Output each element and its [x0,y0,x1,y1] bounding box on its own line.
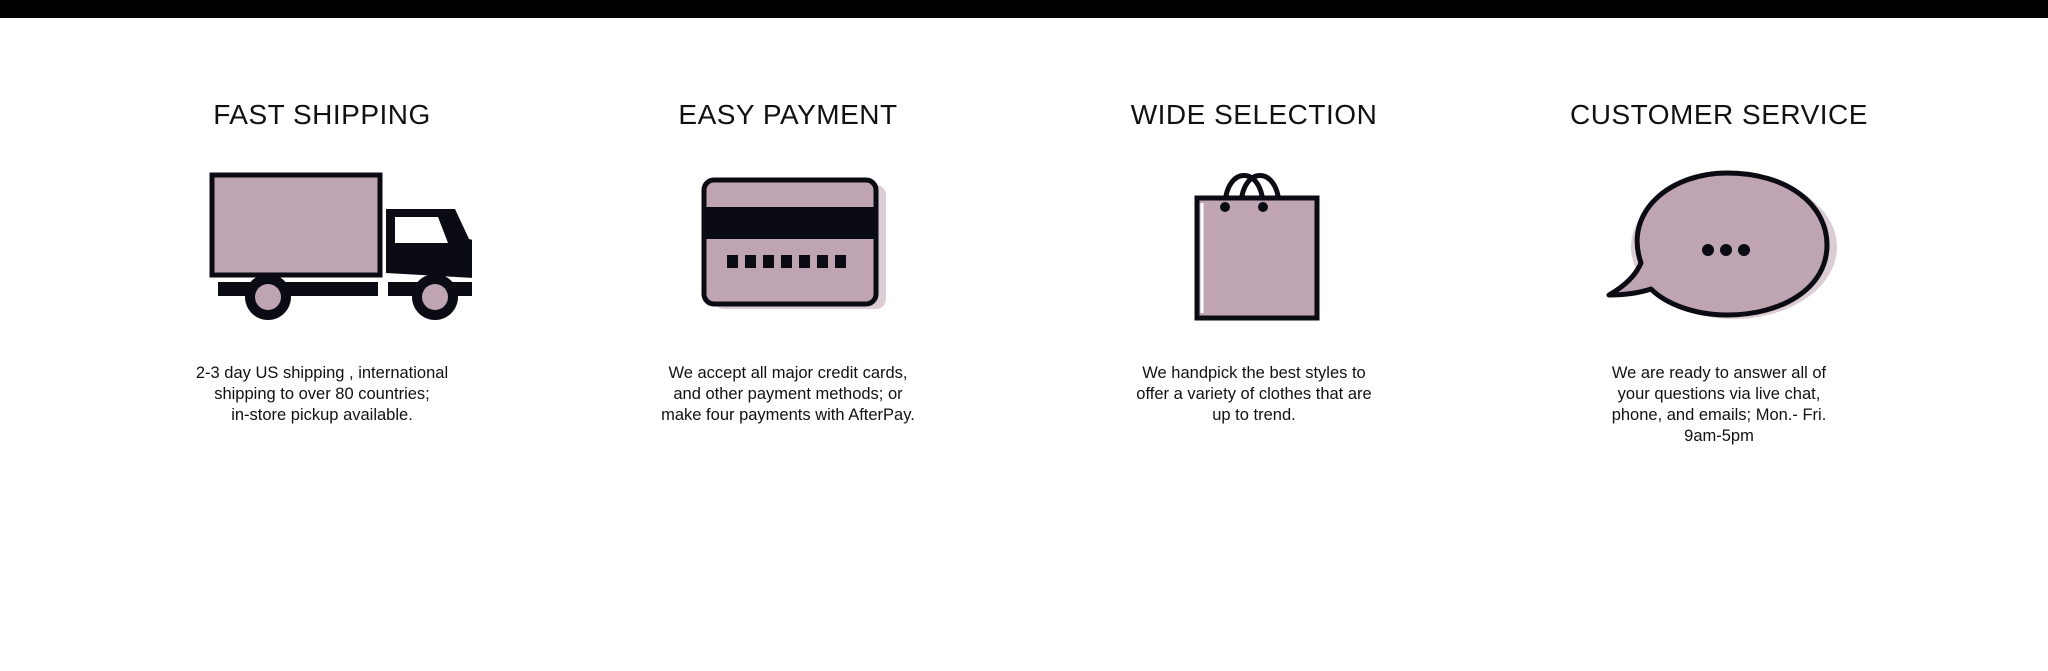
feature-description: 2-3 day US shipping , international ship… [87,363,557,426]
feature-description: We are ready to answer all of your quest… [1484,363,1954,447]
feature-title: FAST SHIPPING [213,99,431,130]
description-line: We accept all major credit cards, [668,364,908,382]
description-line: phone, and emails; Mon.- Fri. [1611,406,1827,424]
description-line: up to trend. [1212,406,1296,424]
top-bar [0,0,2048,18]
description-line: We are ready to answer all of [1611,364,1827,382]
feature-title: EASY PAYMENT [678,99,898,130]
feature-title: WIDE SELECTION [1130,99,1378,130]
truck-icon [87,155,557,325]
feature-description: We accept all major credit cards, and ot… [553,363,1023,426]
feature-description: We handpick the best styles to offer a v… [1019,363,1489,426]
feature-wide-selection: WIDE SELECTION We handpick the best styl… [1019,95,1489,424]
description-line: and other payment methods; or [673,385,903,403]
description-line: shipping to over 80 countries; [214,385,430,403]
description-line: make four payments with AfterPay. [661,406,915,424]
feature-fast-shipping: FAST SHIPPING 2-3 day US shipping , inte… [87,95,557,424]
chat-bubble-icon [1484,155,1954,325]
credit-card-icon [553,155,1023,325]
description-line: your questions via live chat, [1617,385,1821,403]
feature-easy-payment: EASY PAYMENT We accept all major credit … [553,95,1023,424]
description-line: 2-3 day US shipping , international [195,364,449,382]
description-line: 9am-5pm [1684,427,1754,445]
feature-title: CUSTOMER SERVICE [1570,99,1868,130]
shopping-bag-icon [1019,155,1489,325]
description-line: in-store pickup available. [231,406,413,424]
feature-customer-service: CUSTOMER SERVICE We are ready to answer … [1484,95,1954,445]
description-line: offer a variety of clothes that are [1136,385,1372,403]
description-line: We handpick the best styles to [1142,364,1366,382]
